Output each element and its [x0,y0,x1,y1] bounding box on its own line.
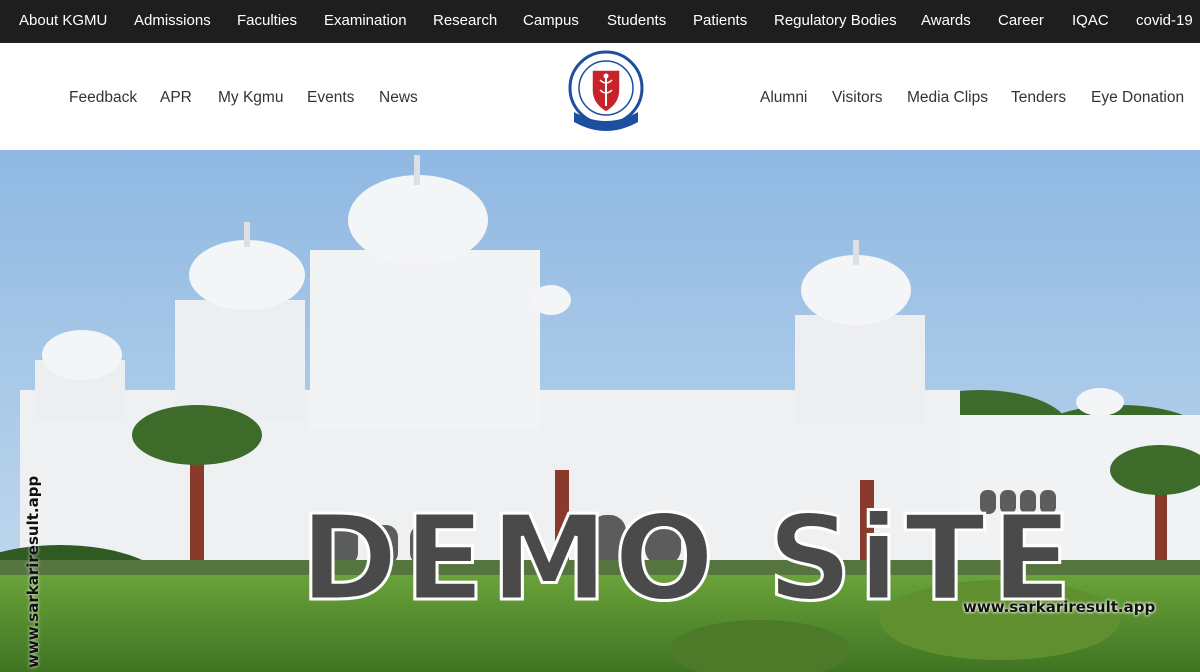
topnav-item-research[interactable]: Research [433,12,497,29]
header-link-media-clips[interactable]: Media Clips [907,89,988,107]
topnav-item-students[interactable]: Students [607,12,666,29]
watermark-text-right: www.sarkariresult.app [963,598,1156,616]
university-seal-icon [568,50,644,131]
topnav-item-career[interactable]: Career [998,12,1044,29]
demo-site-overlay-text: DEMO SiTE [299,488,1078,629]
topnav-item-iqac[interactable]: IQAC [1072,12,1109,29]
topnav-item-examination[interactable]: Examination [324,12,407,29]
topnav-item-awards[interactable]: Awards [921,12,971,29]
header-link-news[interactable]: News [379,89,418,107]
header-link-visitors[interactable]: Visitors [832,89,883,107]
top-navigation-bar: About KGMU Admissions Faculties Examinat… [0,0,1200,43]
topnav-item-covid-19[interactable]: covid-19 [1136,12,1193,29]
header-link-my-kgmu[interactable]: My Kgmu [218,89,283,107]
topnav-item-campus[interactable]: Campus [523,12,579,29]
header-link-events[interactable]: Events [307,89,354,107]
header-link-tenders[interactable]: Tenders [1011,89,1066,107]
header-link-alumni[interactable]: Alumni [760,89,807,107]
topnav-item-patients[interactable]: Patients [693,12,747,29]
header-link-eye-donation[interactable]: Eye Donation [1091,89,1184,107]
watermark-text-left: www.sarkariresult.app [24,475,42,668]
topnav-item-admissions[interactable]: Admissions [134,12,211,29]
header-link-feedback[interactable]: Feedback [69,89,137,107]
topnav-item-faculties[interactable]: Faculties [237,12,297,29]
university-logo[interactable] [566,50,646,142]
topnav-item-regulatory-bodies[interactable]: Regulatory Bodies [774,12,897,29]
topnav-item-about-kgmu[interactable]: About KGMU [19,12,107,29]
header-link-apr[interactable]: APR [160,89,192,107]
hero-banner: DEMO SiTE www.sarkariresult.app www.sark… [0,150,1200,672]
